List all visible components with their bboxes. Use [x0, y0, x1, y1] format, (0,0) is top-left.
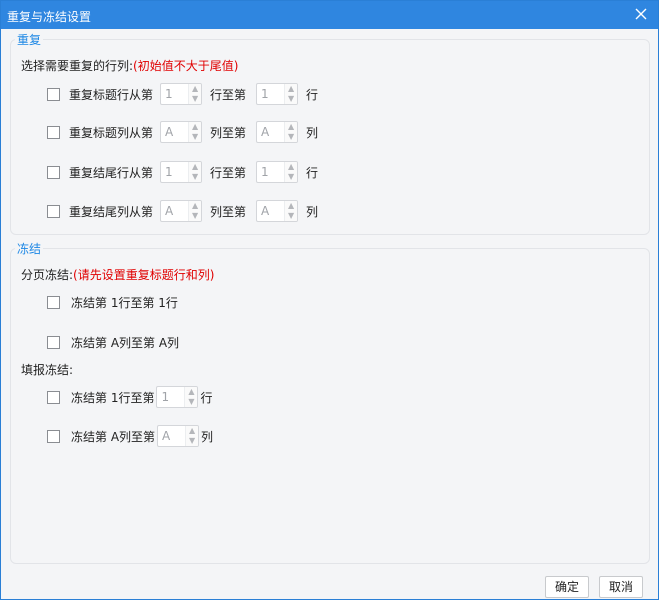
repeat-title-rows-checkbox[interactable]: [47, 87, 60, 101]
repeat-end-cols-to-stepper[interactable]: A ▲ ▼: [256, 200, 299, 222]
stepper-up-icon[interactable]: ▲: [189, 122, 201, 132]
fill-freeze-cols-unit: 列: [201, 429, 214, 444]
freeze-section-title: 冻结: [15, 240, 44, 257]
repeat-end-rows-from-stepper[interactable]: 1 ▲ ▼: [160, 161, 203, 183]
stepper-up-icon[interactable]: ▲: [285, 162, 297, 172]
stepper-up-icon[interactable]: ▲: [189, 84, 201, 94]
freeze-section: 冻结 分页冻结:(请先设置重复标题行和列) 冻结第 1行至第 1行 冻结第 A列…: [10, 240, 650, 564]
fill-freeze-cols-row: 冻结第 A列至第 A ▲ ▼ 列: [47, 425, 213, 447]
stepper-down-icon[interactable]: ▼: [189, 172, 201, 182]
repeat-section-title: 重复: [15, 31, 44, 48]
stepper-up-icon[interactable]: ▲: [189, 162, 201, 172]
repeat-title-rows-middle: 行至第: [210, 87, 247, 102]
repeat-end-cols-row: 重复结尾列从第 A ▲ ▼ 列至第 A ▲ ▼ 列: [47, 200, 318, 222]
ok-button[interactable]: 确定: [545, 576, 589, 598]
fill-freeze-rows-checkbox[interactable]: [47, 390, 60, 404]
fill-freeze-cols-label: 冻结第 A列至第: [71, 429, 156, 444]
page-freeze-cols-checkbox[interactable]: [47, 335, 60, 349]
page-freeze-note: (请先设置重复标题行和列): [73, 268, 215, 282]
stepper-up-icon[interactable]: ▲: [186, 426, 198, 436]
page-freeze-cols-label: 冻结第 A列至第 A列: [71, 335, 180, 350]
fill-freeze-rows-stepper[interactable]: 1 ▲ ▼: [156, 386, 199, 408]
page-freeze-rows-row: 冻结第 1行至第 1行: [47, 291, 178, 313]
repeat-select-label: 选择需要重复的行列:(初始值不大于尾值): [21, 59, 239, 73]
close-icon[interactable]: [632, 5, 650, 23]
cancel-button[interactable]: 取消: [599, 576, 643, 598]
stepper-down-icon[interactable]: ▼: [186, 436, 198, 446]
repeat-title-cols-unit: 列: [306, 125, 319, 140]
stepper-up-icon[interactable]: ▲: [185, 387, 197, 397]
stepper-down-icon[interactable]: ▼: [185, 397, 197, 407]
repeat-end-cols-label: 重复结尾列从第: [69, 204, 154, 219]
stepper-down-icon[interactable]: ▼: [285, 211, 297, 221]
repeat-title-rows-unit: 行: [306, 87, 319, 102]
stepper-down-icon[interactable]: ▼: [189, 132, 201, 142]
page-freeze-label: 分页冻结:(请先设置重复标题行和列): [21, 268, 215, 282]
fill-freeze-rows-label: 冻结第 1行至第: [71, 390, 155, 405]
repeat-end-cols-from-stepper[interactable]: A ▲ ▼: [160, 200, 203, 222]
dialog-content: 重复 选择需要重复的行列:(初始值不大于尾值) 重复标题行从第 1 ▲ ▼ 行至第…: [1, 29, 658, 599]
stepper-down-icon[interactable]: ▼: [285, 172, 297, 182]
repeat-section: 重复 选择需要重复的行列:(初始值不大于尾值) 重复标题行从第 1 ▲ ▼ 行至第…: [10, 31, 650, 235]
stepper-down-icon[interactable]: ▼: [189, 94, 201, 104]
repeat-title-cols-to-stepper[interactable]: A ▲ ▼: [256, 121, 299, 143]
dialog-title: 重复与冻结设置: [7, 10, 92, 24]
repeat-title-cols-row: 重复标题列从第 A ▲ ▼ 列至第 A ▲ ▼ 列: [47, 121, 318, 143]
repeat-end-rows-to-stepper[interactable]: 1 ▲ ▼: [256, 161, 299, 183]
fill-freeze-cols-stepper[interactable]: A ▲ ▼: [157, 425, 200, 447]
title-bar: 重复与冻结设置: [1, 1, 658, 29]
repeat-end-rows-unit: 行: [306, 165, 319, 180]
page-freeze-rows-label: 冻结第 1行至第 1行: [71, 295, 178, 310]
repeat-end-cols-unit: 列: [306, 204, 319, 219]
repeat-title-cols-from-stepper[interactable]: A ▲ ▼: [160, 121, 203, 143]
repeat-title-rows-to-stepper[interactable]: 1 ▲ ▼: [256, 83, 299, 105]
stepper-down-icon[interactable]: ▼: [285, 132, 297, 142]
repeat-select-note: (初始值不大于尾值): [133, 59, 239, 73]
repeat-title-cols-label: 重复标题列从第: [69, 125, 154, 140]
repeat-title-rows-from-stepper[interactable]: 1 ▲ ▼: [160, 83, 203, 105]
repeat-end-cols-checkbox[interactable]: [47, 204, 60, 218]
repeat-end-rows-middle: 行至第: [210, 165, 247, 180]
stepper-up-icon[interactable]: ▲: [285, 84, 297, 94]
repeat-title-cols-middle: 列至第: [210, 125, 247, 140]
repeat-title-rows-row: 重复标题行从第 1 ▲ ▼ 行至第 1 ▲ ▼ 行: [47, 83, 318, 105]
fill-freeze-label: 填报冻结:: [21, 363, 74, 377]
repeat-end-rows-row: 重复结尾行从第 1 ▲ ▼ 行至第 1 ▲ ▼ 行: [47, 161, 318, 183]
repeat-title-rows-label: 重复标题行从第: [69, 87, 154, 102]
repeat-end-cols-middle: 列至第: [210, 204, 247, 219]
repeat-end-rows-label: 重复结尾行从第: [69, 165, 154, 180]
fill-freeze-cols-checkbox[interactable]: [47, 429, 60, 443]
stepper-up-icon[interactable]: ▲: [285, 201, 297, 211]
fill-freeze-rows-row: 冻结第 1行至第 1 ▲ ▼ 行: [47, 386, 212, 408]
dialog: 重复与冻结设置 重复 选择需要重复的行列:(初始值不大于尾值) 重复标题行从第 …: [0, 0, 659, 600]
fill-freeze-rows-unit: 行: [200, 390, 213, 405]
page-freeze-rows-checkbox[interactable]: [47, 295, 60, 309]
page-freeze-cols-row: 冻结第 A列至第 A列: [47, 331, 179, 353]
repeat-title-cols-checkbox[interactable]: [47, 125, 60, 139]
stepper-down-icon[interactable]: ▼: [285, 94, 297, 104]
stepper-up-icon[interactable]: ▲: [285, 122, 297, 132]
repeat-end-rows-checkbox[interactable]: [47, 165, 60, 179]
stepper-down-icon[interactable]: ▼: [189, 211, 201, 221]
stepper-up-icon[interactable]: ▲: [189, 201, 201, 211]
